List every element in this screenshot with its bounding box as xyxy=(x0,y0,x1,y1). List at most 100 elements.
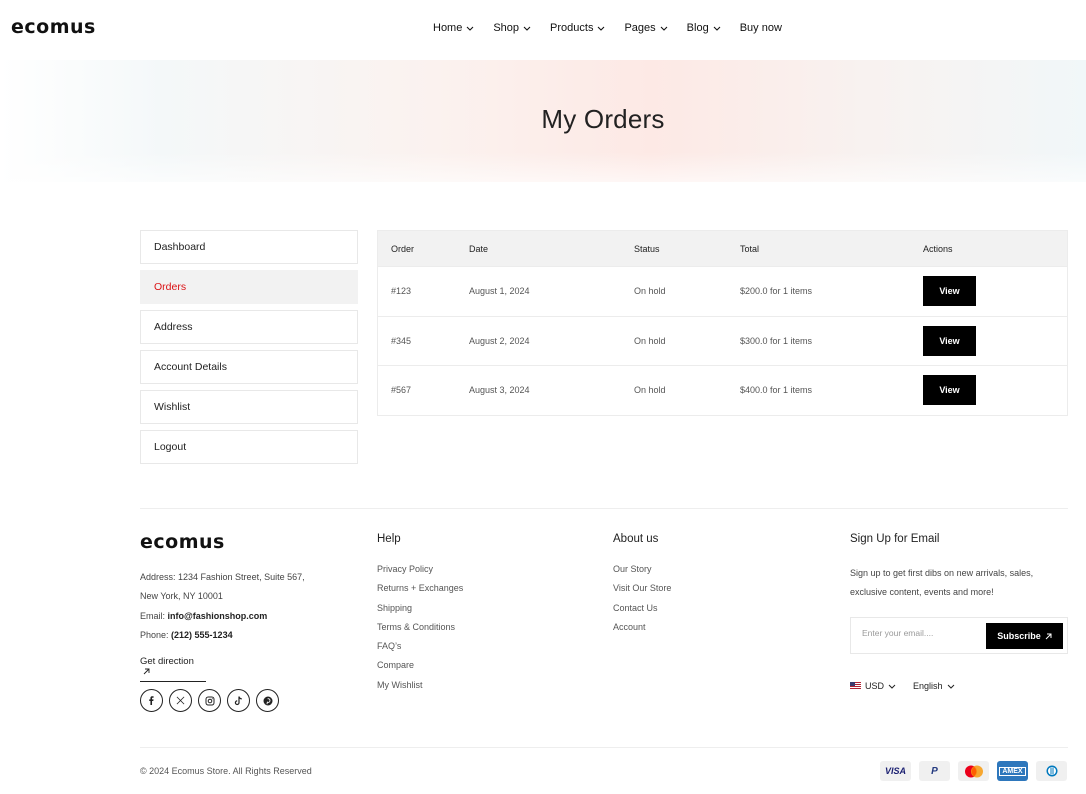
footer-address: Address: 1234 Fashion Street, Suite 567,… xyxy=(140,572,305,650)
brand-logo[interactable]: ecomus xyxy=(11,18,101,36)
link-compare[interactable]: Compare xyxy=(377,660,463,679)
address-line-1: Address: 1234 Fashion Street, Suite 567, xyxy=(140,572,305,582)
x-icon[interactable] xyxy=(169,689,192,712)
link-visit-our-store[interactable]: Visit Our Store xyxy=(613,583,671,602)
nav-item-buy-now[interactable]: Buy now xyxy=(740,22,782,34)
column-header-order: Order xyxy=(391,243,415,254)
order-total: $300.0 for 1 items xyxy=(740,335,813,346)
diners-club-icon xyxy=(1036,761,1067,781)
nav-item-home[interactable]: Home xyxy=(433,22,474,34)
sidebar-item-logout[interactable]: Logout xyxy=(140,430,358,464)
chevron-down-icon xyxy=(660,26,668,31)
subscribe-button[interactable]: Subscribe xyxy=(986,623,1063,649)
hero-fade xyxy=(0,152,1086,182)
orders-table: Order Date Status Total Actions #123 Aug… xyxy=(377,230,1068,416)
view-order-button[interactable]: View xyxy=(923,375,976,406)
order-status: On hold xyxy=(634,286,666,297)
view-order-button[interactable]: View xyxy=(923,276,976,307)
facebook-icon[interactable] xyxy=(140,689,163,712)
nav-item-label: Buy now xyxy=(739,22,782,34)
link-returns-exchanges[interactable]: Returns + Exchanges xyxy=(377,583,463,602)
order-number: #345 xyxy=(391,335,412,346)
nav-item-pages[interactable]: Pages xyxy=(624,22,668,34)
nav-item-label: Products xyxy=(550,22,594,34)
chevron-down-icon xyxy=(713,26,721,31)
footer-divider-top xyxy=(140,508,1068,509)
order-number: #123 xyxy=(391,286,412,297)
payment-methods: VISA P AMEX xyxy=(880,761,1067,781)
nav-item-products[interactable]: Products xyxy=(550,22,605,34)
nav-item-blog[interactable]: Blog xyxy=(687,22,721,34)
pinterest-icon[interactable] xyxy=(256,689,279,712)
copyright-text: © 2024 Ecomus Store. All Rights Reserved xyxy=(140,766,312,776)
get-direction-link[interactable]: Get direction xyxy=(140,656,206,682)
phone-link[interactable]: (212) 555-1234 xyxy=(171,630,233,640)
mastercard-icon xyxy=(958,761,989,781)
order-date: August 3, 2024 xyxy=(469,385,530,396)
us-flag-icon xyxy=(850,682,861,690)
sidebar-item-orders[interactable]: Orders xyxy=(140,270,358,304)
nav-item-shop[interactable]: Shop xyxy=(493,22,531,34)
column-header-actions: Actions xyxy=(923,243,953,254)
order-actions: View xyxy=(923,276,1063,307)
phone-line: Phone: (212) 555-1234 xyxy=(140,630,305,649)
order-number: #567 xyxy=(391,385,412,396)
sidebar-item-dashboard[interactable]: Dashboard xyxy=(140,230,358,264)
table-row: #123 August 1, 2024 On hold $200.0 for 1… xyxy=(378,266,1067,316)
column-header-status: Status xyxy=(634,243,660,254)
email-input[interactable] xyxy=(862,628,982,638)
link-my-wishlist[interactable]: My Wishlist xyxy=(377,680,463,699)
column-header-date: Date xyxy=(469,243,489,254)
link-contact-us[interactable]: Contact Us xyxy=(613,603,671,622)
visa-label: VISA xyxy=(884,766,906,776)
link-account[interactable]: Account xyxy=(613,622,671,641)
instagram-icon[interactable] xyxy=(198,689,221,712)
nav-item-label: Home xyxy=(433,22,463,34)
nav-item-label: Shop xyxy=(493,22,520,34)
chevron-down-icon xyxy=(466,26,474,31)
arrow-up-right-icon xyxy=(1045,633,1052,639)
chevron-down-icon xyxy=(947,684,954,689)
svg-text:ecomus: ecomus xyxy=(140,533,225,551)
chevron-down-icon xyxy=(523,26,531,31)
svg-text:ecomus: ecomus xyxy=(11,18,96,36)
currency-value: USD xyxy=(865,681,885,691)
account-sidebar: Dashboard Orders Address Account Details… xyxy=(140,230,358,470)
brand-logo-mark: ecomus xyxy=(11,18,96,36)
currency-selector[interactable]: USD xyxy=(850,681,896,691)
email-line: Email: info@fashionshop.com xyxy=(140,611,305,630)
footer-logo-mark: ecomus xyxy=(140,531,225,553)
footer-help-column: Help Privacy Policy Returns + Exchanges … xyxy=(377,533,463,699)
link-shipping[interactable]: Shipping xyxy=(377,603,463,622)
social-links xyxy=(140,689,279,712)
sidebar-item-address[interactable]: Address xyxy=(140,310,358,344)
order-status: On hold xyxy=(634,385,666,396)
order-date: August 2, 2024 xyxy=(469,335,530,346)
help-heading: Help xyxy=(377,533,401,545)
footer-signup-column: Sign Up for Email Sign up to get first d… xyxy=(850,533,1065,603)
get-direction-label: Get direction xyxy=(140,656,194,667)
order-actions: View xyxy=(923,375,1063,406)
sidebar-item-account-details[interactable]: Account Details xyxy=(140,350,358,384)
footer-about-column: About us Our Story Visit Our Store Conta… xyxy=(613,533,671,641)
tiktok-icon[interactable] xyxy=(227,689,250,712)
visa-icon: VISA xyxy=(880,761,911,781)
sidebar-item-wishlist[interactable]: Wishlist xyxy=(140,390,358,424)
order-date: August 1, 2024 xyxy=(469,286,530,297)
link-faqs[interactable]: FAQ’s xyxy=(377,641,463,660)
nav-item-label: Blog xyxy=(686,22,709,34)
subscribe-label: Subscribe xyxy=(997,631,1041,641)
arrow-up-right-icon xyxy=(143,668,150,675)
link-privacy-policy[interactable]: Privacy Policy xyxy=(377,564,463,583)
email-link[interactable]: info@fashionshop.com xyxy=(168,611,268,621)
address-line-2: New York, NY 10001 xyxy=(140,591,223,602)
order-actions: View xyxy=(923,325,1063,356)
link-our-story[interactable]: Our Story xyxy=(613,564,671,583)
link-terms-conditions[interactable]: Terms & Conditions xyxy=(377,622,463,641)
signup-heading: Sign Up for Email xyxy=(850,533,940,545)
column-header-total: Total xyxy=(740,243,760,254)
language-selector[interactable]: English xyxy=(913,681,955,691)
view-order-button[interactable]: View xyxy=(923,325,976,356)
order-total: $400.0 for 1 items xyxy=(740,385,813,396)
footer-logo[interactable]: ecomus xyxy=(140,531,230,556)
